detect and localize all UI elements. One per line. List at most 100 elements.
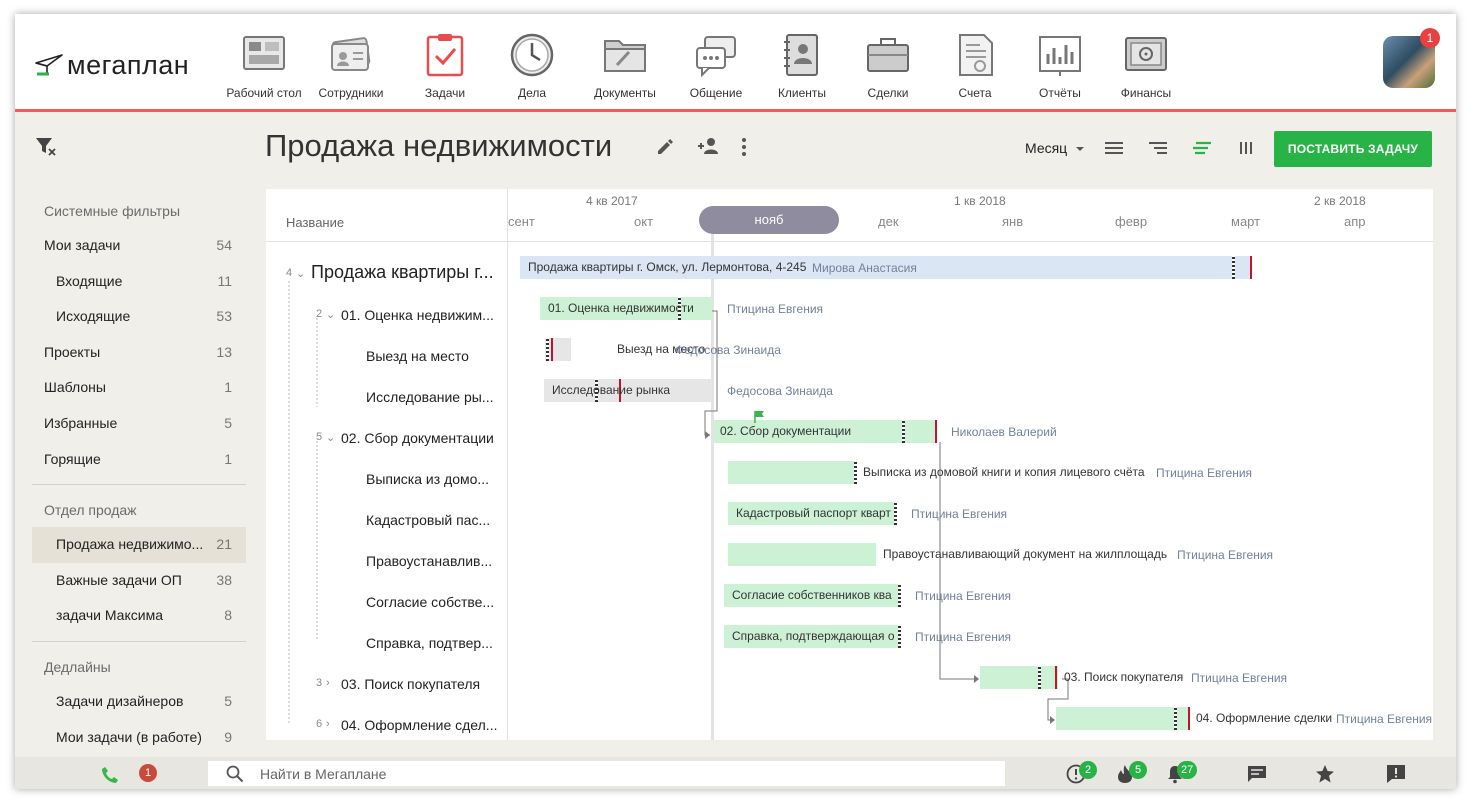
tree-view-icon[interactable] bbox=[1148, 140, 1168, 156]
list-view-icon[interactable] bbox=[1104, 140, 1124, 156]
nav-item-label: Счета bbox=[958, 86, 992, 100]
tree-row[interactable]: 6 › 04. Оформление сдел... bbox=[266, 705, 506, 740]
milestone-flag-icon bbox=[754, 411, 764, 423]
briefcase-icon bbox=[865, 32, 911, 78]
filters-sidebar: Системные фильтры Мои задачи 54 Входящие 11… bbox=[32, 194, 246, 755]
chevron-down-icon[interactable]: ⌄ bbox=[296, 267, 305, 280]
sidebar-item-count: 1 bbox=[224, 450, 232, 467]
tree-row[interactable]: 2 ⌄ 01. Оценка недвижим... bbox=[266, 295, 506, 336]
nav-item-1[interactable]: Сотрудники bbox=[306, 32, 396, 102]
sidebar-item[interactable]: Продажа недвижимо... 21 bbox=[32, 527, 246, 563]
department-header: Отдел продаж bbox=[44, 502, 137, 519]
sidebar-item[interactable]: Проекты 13 bbox=[32, 335, 246, 371]
sidebar-item[interactable]: Горящие 1 bbox=[32, 442, 246, 478]
sidebar-item-count: 5 bbox=[224, 692, 232, 709]
gantt-bar[interactable] bbox=[728, 461, 854, 484]
sidebar-divider bbox=[32, 640, 246, 642]
sidebar-item-label: Шаблоны bbox=[44, 379, 106, 396]
tree-row-label: 01. Оценка недвижим... bbox=[341, 307, 494, 323]
tree-row[interactable]: 5 ⌄ 02. Сбор документации bbox=[266, 418, 506, 459]
gantt-bar[interactable] bbox=[1056, 707, 1188, 730]
sidebar-item-count: 38 bbox=[216, 571, 232, 588]
add-participant-icon[interactable] bbox=[696, 137, 722, 157]
gantt-bar-label: 01. Оценка недвижимости bbox=[548, 301, 694, 315]
tree-row[interactable]: 3 › 03. Поиск покупателя bbox=[266, 664, 506, 705]
period-select[interactable]: Месяц bbox=[1025, 140, 1085, 156]
nav-item-7[interactable]: Сделки bbox=[843, 32, 933, 102]
tree-row[interactable]: Согласие собстве... bbox=[266, 582, 506, 623]
gantt-bar-assignee[interactable]: Птицина Евгения bbox=[915, 589, 1011, 603]
tree-row-label: Кадастровый пас... bbox=[366, 512, 491, 528]
nav-item-4[interactable]: Документы bbox=[580, 32, 670, 102]
nav-item-0[interactable]: Рабочий стол bbox=[219, 32, 309, 102]
gantt-bar-assignee[interactable]: Федосова Зинаида bbox=[727, 384, 833, 398]
megaplan-logo[interactable]: мегаплан bbox=[35, 50, 189, 80]
logo-text: мегаплан bbox=[67, 49, 190, 80]
contacts-book-icon bbox=[779, 32, 825, 78]
tree-row-label: 02. Сбор документации bbox=[341, 430, 494, 446]
feedback-icon[interactable] bbox=[1386, 764, 1406, 784]
gantt-bar-assignee[interactable]: Мирова Анастасия bbox=[812, 261, 917, 275]
gantt-bar-assignee[interactable]: Николаев Валерий bbox=[951, 425, 1057, 439]
tasks-icon bbox=[422, 32, 468, 78]
gantt-bar-assignee[interactable]: Птицина Евгения bbox=[1177, 548, 1273, 562]
nav-item-label: Отчёты bbox=[1039, 86, 1081, 100]
sidebar-item[interactable]: Задачи дизайнеров 5 bbox=[32, 684, 246, 720]
tree-row[interactable]: Выписка из домо... bbox=[266, 459, 506, 500]
tree-row-label: Справка, подтвер... bbox=[366, 635, 493, 651]
tree-row[interactable]: Кадастровый пас... bbox=[266, 500, 506, 541]
nav-item-label: Общение bbox=[689, 86, 743, 100]
gantt-bar-assignee[interactable]: Птицина Евгения bbox=[911, 507, 1007, 521]
phone-icon[interactable] bbox=[101, 766, 119, 784]
gantt-view-icon[interactable] bbox=[1192, 140, 1212, 156]
sidebar-item[interactable]: Мои задачи (в работе) 9 bbox=[32, 720, 246, 756]
top-navigation-bar: мегаплан Рабочий стол Сотрудники Задачи Дел… bbox=[15, 14, 1456, 112]
gantt-bar-assignee[interactable]: Птицина Евгения bbox=[1336, 712, 1432, 726]
favorites-star-icon[interactable] bbox=[1315, 764, 1335, 784]
global-search[interactable]: Найти в Мегаплане bbox=[208, 761, 1005, 786]
more-options-icon[interactable] bbox=[739, 137, 749, 157]
chevron-right-icon[interactable]: › bbox=[326, 718, 330, 730]
gantt-bar-label: Согласие собственников ква bbox=[732, 588, 892, 602]
nav-item-3[interactable]: Дела bbox=[487, 32, 577, 102]
filter-reset-icon[interactable] bbox=[35, 136, 57, 156]
employees-icon bbox=[328, 32, 374, 78]
sidebar-item[interactable]: Шаблоны 1 bbox=[32, 370, 246, 406]
sidebar-item[interactable]: Важные задачи ОП 38 bbox=[32, 563, 246, 599]
safe-icon bbox=[1123, 32, 1169, 78]
tree-row[interactable]: Выезд на место bbox=[266, 336, 506, 377]
tree-row[interactable]: Правоустанавлив... bbox=[266, 541, 506, 582]
edit-pencil-icon[interactable] bbox=[655, 137, 675, 157]
subtask-count: 6 bbox=[316, 718, 323, 730]
sidebar-item[interactable]: Входящие 11 bbox=[32, 264, 246, 300]
nav-item-5[interactable]: Общение bbox=[671, 32, 761, 102]
sidebar-item[interactable]: задачи Максима 8 bbox=[32, 598, 246, 634]
gantt-bar-assignee[interactable]: Птицина Евгения bbox=[727, 302, 823, 316]
gantt-bar-assignee[interactable]: Федосова Зинаида bbox=[675, 343, 781, 357]
gantt-bar[interactable] bbox=[980, 666, 1058, 689]
gantt-bar-assignee[interactable]: Птицина Евгения bbox=[1191, 671, 1287, 685]
nav-item-8[interactable]: Счета bbox=[930, 32, 1020, 102]
progress-marker bbox=[854, 461, 857, 484]
progress-marker bbox=[898, 625, 901, 648]
gantt-bar[interactable] bbox=[728, 543, 876, 566]
nav-item-2[interactable]: Задачи bbox=[400, 32, 490, 102]
tree-row[interactable]: Исследование ры... bbox=[266, 377, 506, 418]
chevron-down-icon[interactable]: ⌄ bbox=[326, 431, 335, 444]
nav-item-6[interactable]: Клиенты bbox=[757, 32, 847, 102]
gantt-bar-assignee[interactable]: Птицина Евгения bbox=[1156, 466, 1252, 480]
chevron-down-icon[interactable]: ⌄ bbox=[326, 308, 335, 321]
tree-row[interactable]: Справка, подтвер... bbox=[266, 623, 506, 664]
gantt-bar-assignee[interactable]: Птицина Евгения bbox=[915, 630, 1011, 644]
messages-icon[interactable] bbox=[1247, 765, 1267, 783]
nav-item-10[interactable]: Финансы bbox=[1101, 32, 1191, 102]
kanban-view-icon[interactable] bbox=[1237, 140, 1255, 156]
nav-item-9[interactable]: Отчёты bbox=[1015, 32, 1105, 102]
tree-row[interactable]: 4 ⌄ Продажа квартиры г... bbox=[266, 254, 506, 295]
create-task-button[interactable]: ПОСТАВИТЬ ЗАДАЧУ bbox=[1274, 131, 1432, 167]
chevron-right-icon[interactable]: › bbox=[326, 677, 330, 689]
sidebar-item[interactable]: Исходящие 53 bbox=[32, 299, 246, 335]
tree-row-label: Продажа квартиры г... bbox=[311, 262, 494, 282]
sidebar-item[interactable]: Мои задачи 54 bbox=[32, 228, 246, 264]
sidebar-item[interactable]: Избранные 5 bbox=[32, 406, 246, 442]
